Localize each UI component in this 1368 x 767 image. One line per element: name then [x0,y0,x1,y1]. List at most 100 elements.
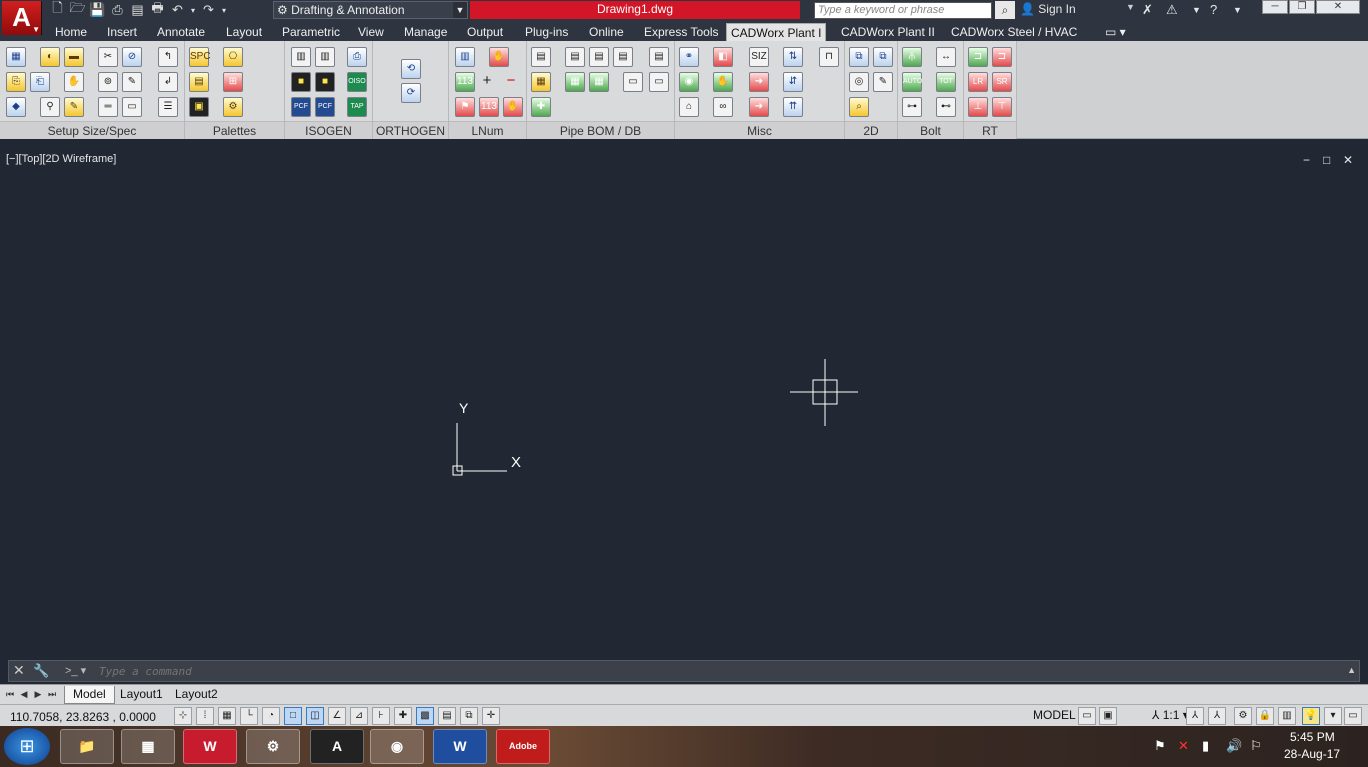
tab-plug-ins[interactable]: Plug-ins [521,23,572,41]
tab-cadworx-plant-ii[interactable]: CADWorx Plant II [837,23,939,41]
number-hand-icon[interactable]: ✋ [503,97,523,117]
distribute-icon[interactable]: ⇵ [783,72,803,92]
quick-view-drawings-icon[interactable]: ▣ [1099,707,1117,725]
tab-manage[interactable]: Manage [400,23,451,41]
tab-cadworx-plant-i[interactable]: CADWorx Plant I [726,23,827,41]
workspace-gear-icon[interactable]: ⚙ [1234,707,1252,725]
route-icon[interactable]: ⊐ [968,47,988,67]
tab-layout1[interactable]: Layout1 [112,686,171,704]
command-prompt-icon[interactable]: >_ ▾ [65,663,93,680]
list-icon[interactable]: ☰ [158,97,178,117]
snap-icon[interactable]: ⁞ [196,707,214,725]
network-warning-icon[interactable]: ✕ [1178,738,1189,754]
bolt-tot-icon[interactable]: TOT [936,72,956,92]
chevron-up-icon[interactable]: ▲ [1347,665,1356,675]
link-icon[interactable]: ⊚ [98,72,118,92]
plot-icon[interactable]: ▤ [128,1,147,19]
bom-icon[interactable]: ▤ [531,47,551,67]
tab-output[interactable]: Output [463,23,507,41]
tab-model[interactable]: Model [64,686,115,704]
num-red-icon[interactable]: 113 [479,97,499,117]
quick-properties-icon[interactable]: ▤ [438,707,456,725]
stop-icon[interactable]: ■ [291,72,311,92]
chain-icon[interactable]: ⚭ [679,47,699,67]
eye-icon[interactable]: ◎ [849,72,869,92]
solidworks-icon[interactable]: W [183,729,237,764]
infer-constraints-icon[interactable]: ⊹ [174,707,192,725]
crosshair-icon[interactable]: ✚ [531,97,551,117]
dynamic-input-icon[interactable]: ⊦ [372,707,390,725]
workspace-switcher[interactable]: ⚙ Drafting & Annotation ▼ [273,1,468,19]
sr-icon[interactable]: SR [992,72,1012,92]
setup-icon[interactable]: ▦ [6,47,26,67]
clock-date[interactable]: 28-Aug-17 [1284,747,1340,761]
valve-icon[interactable]: ✂ [98,47,118,67]
save-icon[interactable]: 💾 [88,1,107,19]
bolt-arrows-icon[interactable]: ↔ [936,47,956,67]
close-button[interactable]: ✕ [1316,0,1360,14]
viewport-controls[interactable]: [−][Top][2D Wireframe] [6,153,116,165]
lr-icon[interactable]: LR [968,72,988,92]
a360-icon[interactable]: ⚠ [1166,1,1178,19]
line-number-icon[interactable]: ▥ [455,47,475,67]
pcf-in-icon[interactable]: PCF IN [315,97,335,128]
bend-icon[interactable]: ↲ [158,72,178,92]
weld-icon[interactable]: ⚲ [40,97,60,117]
print-icon[interactable]: 🖶 [148,0,167,19]
save-as-icon[interactable]: ⎙ [108,1,127,19]
zoom-icon[interactable]: ⌕ [849,97,869,117]
shapes-icon[interactable]: ◧ [713,47,733,67]
num-icon[interactable]: 113 [455,72,475,92]
redo-dropdown-icon[interactable]: ▾ [219,1,229,19]
bolt-auto-icon[interactable]: AUTO [902,72,922,92]
model-space-button[interactable]: MODEL [1033,708,1076,722]
hand-icon[interactable]: ✋ [64,72,84,92]
bridge-icon[interactable]: ⊓ [819,47,839,67]
hand-green-icon[interactable]: ✋ [713,72,733,92]
restore-button[interactable]: ❐ [1289,0,1315,14]
annotation-visibility-icon[interactable]: ⅄ [1186,707,1204,725]
coordinate-readout[interactable]: 110.7058, 23.8263 , 0.0000 [10,710,156,724]
application-menu-button[interactable]: A ▼ [2,1,42,35]
db-icon[interactable]: ▦ [531,72,551,92]
selection-cycling-icon[interactable]: ⧉ [460,707,478,725]
pcf-out-icon[interactable]: PCF OUT [291,97,311,128]
minus-icon[interactable]: − [501,72,521,92]
monitor-icon[interactable]: ▣ [189,97,209,117]
file-explorer-icon[interactable]: 📁 [60,729,114,764]
polar-tracking-icon[interactable]: ◔ [262,707,280,725]
clean-screen-icon[interactable]: ▭ [1344,707,1362,725]
branch-icon[interactable]: ⇈ [783,97,803,117]
close-icon[interactable]: ✕ [13,662,25,679]
viewport-minimize-button[interactable]: − [1303,153,1310,167]
3d-object-snap-icon[interactable]: ◫ [306,707,324,725]
tab-insert[interactable]: Insert [103,23,141,41]
report-icon[interactable]: ▭ [623,72,643,92]
volume-icon[interactable]: 🔊 [1226,738,1242,754]
report-edit-icon[interactable]: ▭ [649,72,669,92]
annotation-monitor-icon[interactable]: ✛ [482,707,500,725]
siz-icon[interactable]: SIZ [749,47,769,67]
pencil-icon[interactable]: ✎ [122,72,142,92]
start-button[interactable]: ⊞ [4,728,50,765]
ortho-update-icon[interactable]: ⟳ [401,83,421,103]
acrobat-icon[interactable]: Adobe [496,729,550,764]
help-icon[interactable]: ? [1210,1,1217,19]
arrow-icon[interactable]: ➜ [749,72,769,92]
minimize-button[interactable]: ─ [1262,0,1288,14]
route-red-icon[interactable]: ⊐ [992,47,1012,67]
control-panel-icon[interactable]: ⚙ [246,729,300,764]
transparency-icon[interactable]: ▩ [416,707,434,725]
oiso-icon[interactable]: OISO [347,72,367,92]
2d-view-icon[interactable]: ⧉ [849,47,869,67]
diamond-icon[interactable]: ◆ [6,97,26,117]
hardware-acceleration-icon[interactable]: ▥ [1278,707,1296,725]
first-tab-icon[interactable]: ⏮ [4,687,16,702]
word-icon[interactable]: W [433,729,487,764]
spec-icon[interactable]: ▬ [64,47,84,67]
glasses-icon[interactable]: ∞ [713,97,733,117]
tab-express-tools[interactable]: Express Tools [640,23,722,41]
tap-icon[interactable]: TAP [347,97,367,117]
bom-import-icon[interactable]: ▤ [589,47,609,67]
wrench-icon[interactable]: 🔧 [33,663,49,679]
